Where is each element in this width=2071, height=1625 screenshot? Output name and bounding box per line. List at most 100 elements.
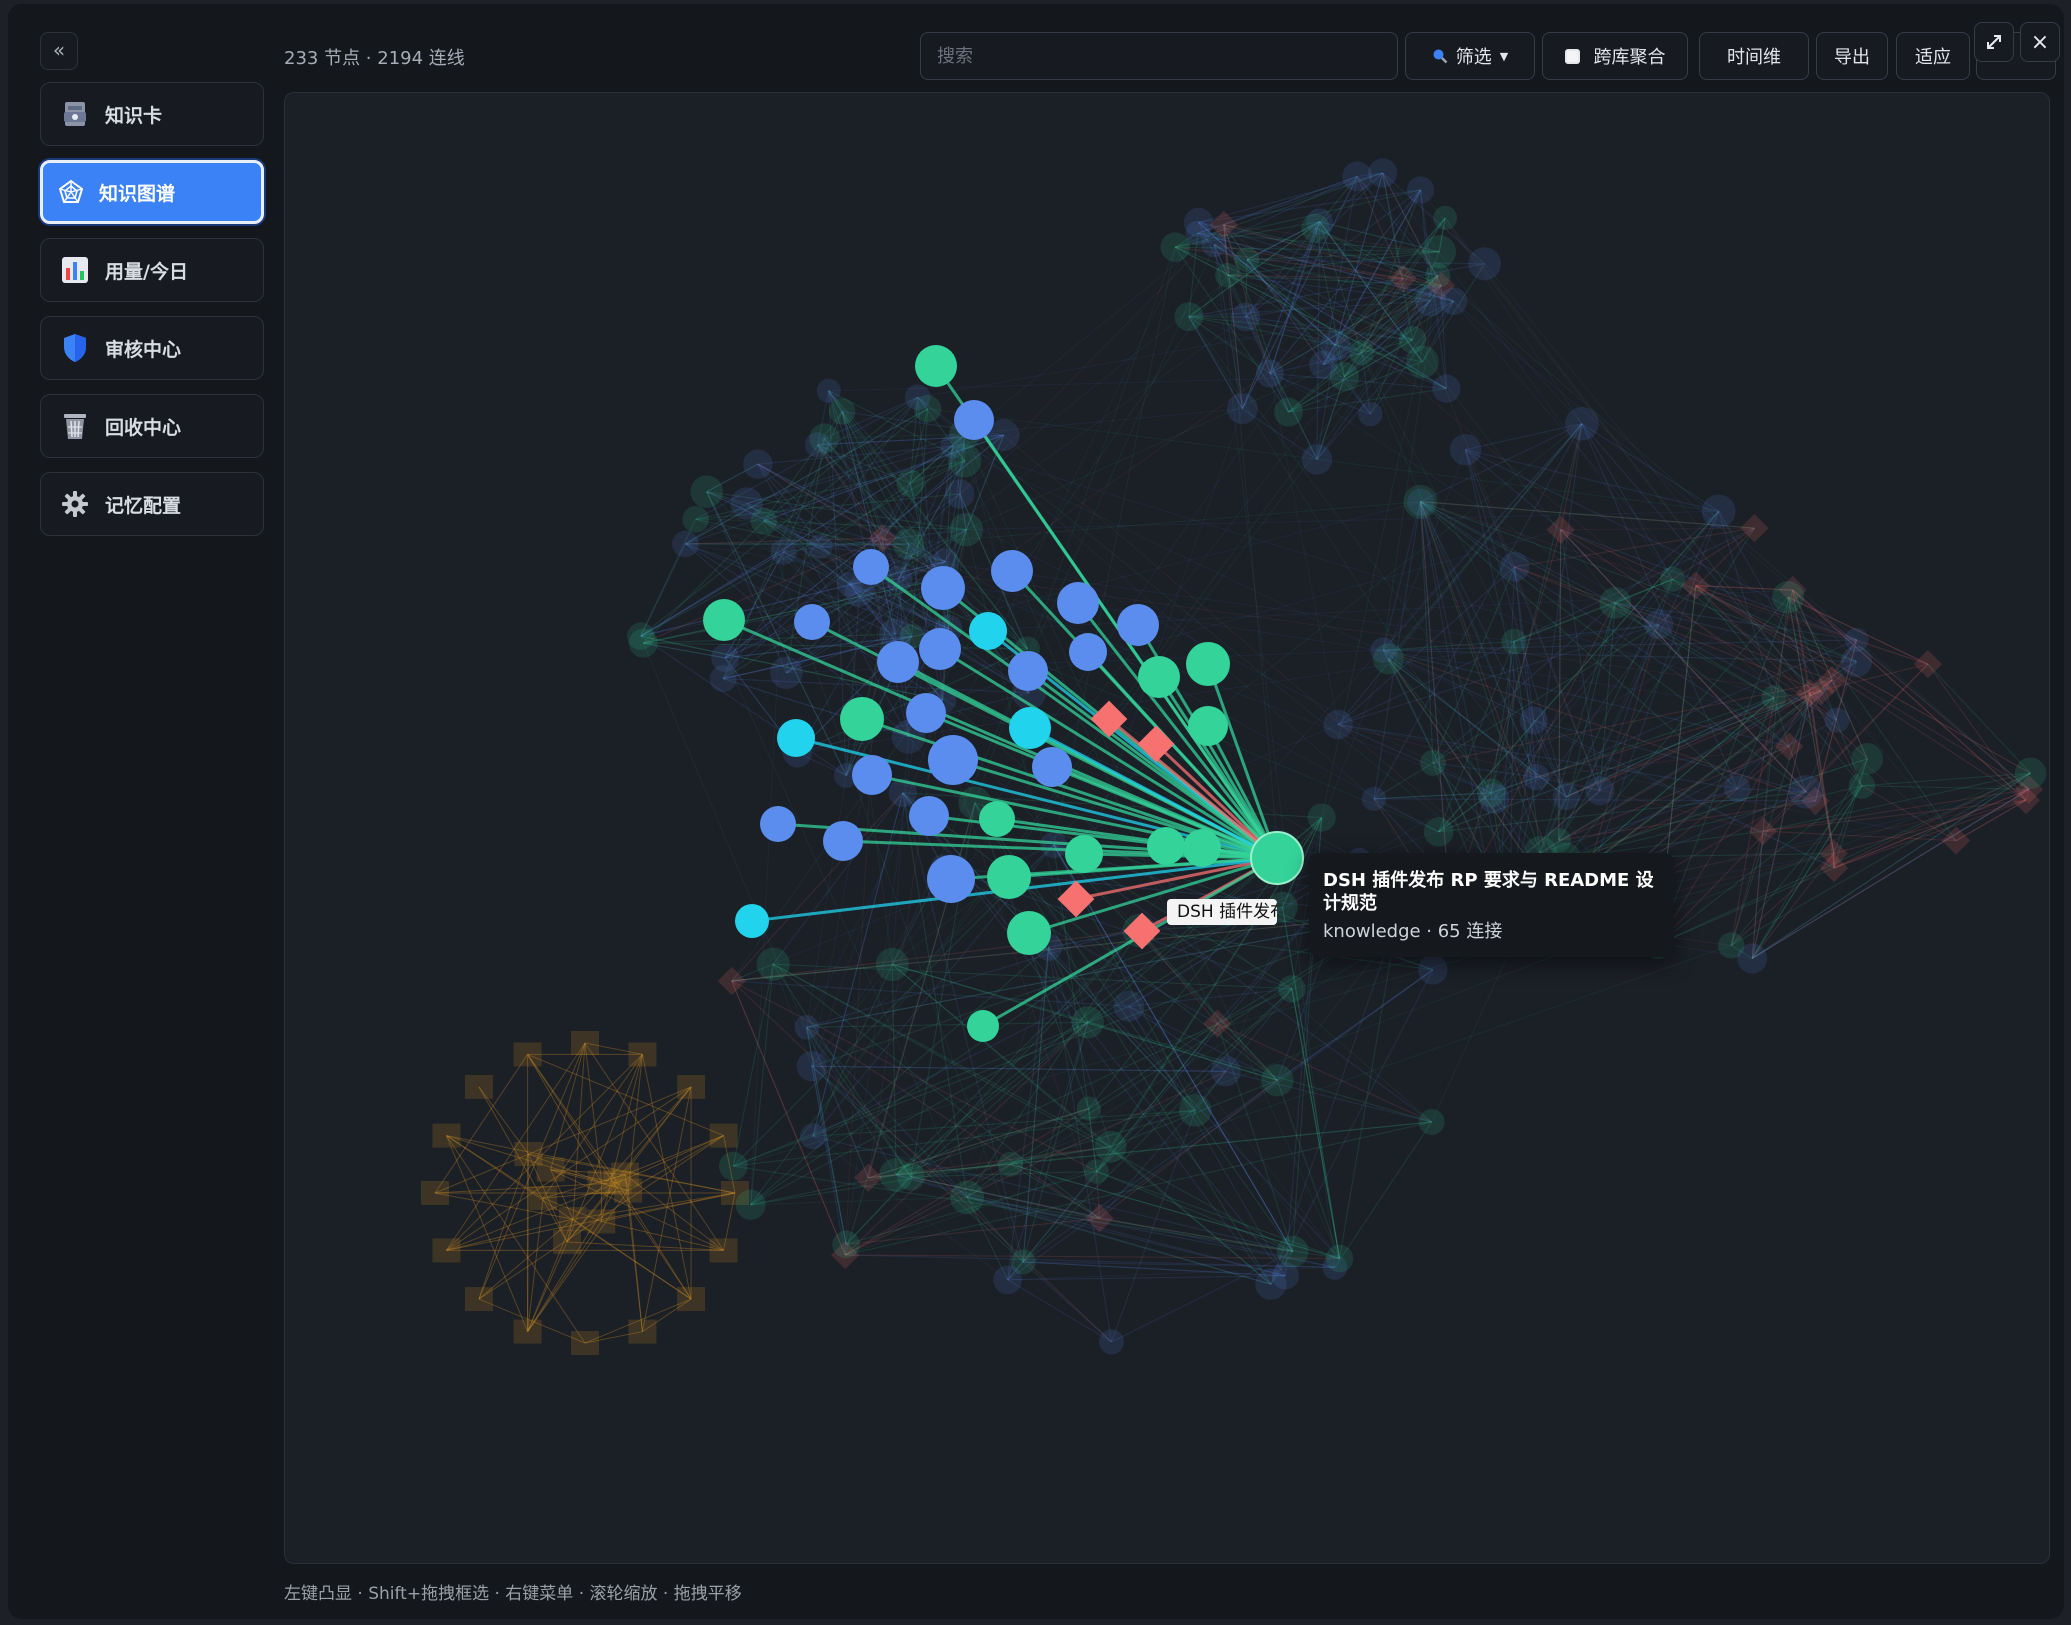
graph-node[interactable] <box>896 469 924 498</box>
graph-node[interactable] <box>1420 749 1446 776</box>
isolated-cluster-node[interactable] <box>464 1074 493 1099</box>
graph-node[interactable] <box>998 1151 1024 1177</box>
graph-node[interactable] <box>1278 975 1306 1003</box>
graph-node[interactable] <box>1084 1159 1109 1184</box>
graph-node[interactable] <box>796 1051 827 1082</box>
graph-node[interactable] <box>1076 1096 1101 1121</box>
graph-node[interactable] <box>875 947 909 982</box>
graph-node[interactable] <box>816 378 841 403</box>
graph-node[interactable] <box>1301 213 1330 243</box>
graph-node[interactable] <box>1113 990 1145 1022</box>
graph-node[interactable] <box>1761 685 1787 711</box>
graph-node[interactable] <box>1422 235 1456 269</box>
graph-node[interactable] <box>718 1151 748 1181</box>
graph-node[interactable] <box>1179 1094 1212 1127</box>
graph-node[interactable] <box>993 1265 1023 1295</box>
sidebar-item-knowledge-graph[interactable]: 知识图谱 <box>40 160 264 224</box>
graph-node[interactable] <box>1210 1056 1241 1087</box>
graph-node[interactable] <box>672 530 699 558</box>
isolated-cluster-node[interactable] <box>571 1031 599 1055</box>
graph-node[interactable] <box>1423 816 1454 847</box>
entity-node[interactable] <box>919 628 961 670</box>
close-button[interactable]: × <box>2020 22 2060 62</box>
entity-node[interactable] <box>1008 651 1048 691</box>
graph-node[interactable] <box>1523 763 1550 791</box>
graph-node[interactable] <box>1659 566 1686 592</box>
graph-node[interactable] <box>949 512 984 547</box>
export-button[interactable]: 导出 <box>1816 32 1888 80</box>
timeline-button[interactable]: 时间维 <box>1699 32 1809 80</box>
sidebar-item-review-center[interactable]: 审核中心 <box>40 316 264 380</box>
isolated-cluster-node[interactable] <box>628 1319 657 1344</box>
graph-node[interactable] <box>1234 247 1260 273</box>
graph-node[interactable] <box>628 628 658 658</box>
sidebar-item-memory-config[interactable]: 记忆配置 <box>40 472 264 536</box>
graph-node[interactable] <box>743 449 773 479</box>
graph-node[interactable] <box>1325 1244 1354 1273</box>
entity-node[interactable] <box>1117 604 1159 646</box>
graph-node[interactable] <box>1274 397 1303 427</box>
graph-node[interactable] <box>750 507 777 535</box>
graph-node[interactable] <box>1789 775 1823 809</box>
graph-node[interactable] <box>1323 709 1353 740</box>
graph-node[interactable] <box>756 947 790 981</box>
graph-node[interactable] <box>690 475 724 508</box>
graph-node[interactable] <box>735 1189 766 1220</box>
graph-node[interactable] <box>1478 783 1510 814</box>
graph-node[interactable] <box>1824 707 1850 733</box>
graph-node[interactable] <box>1255 359 1284 388</box>
graph-node[interactable] <box>1185 220 1211 246</box>
isolated-cluster-node[interactable] <box>421 1181 449 1205</box>
entity-node[interactable] <box>928 735 978 785</box>
graph-node[interactable] <box>808 534 833 559</box>
isolated-cluster-node[interactable] <box>571 1331 599 1355</box>
graph-node[interactable] <box>804 432 831 458</box>
sidebar-item-recycle-center[interactable]: 回收中心 <box>40 394 264 458</box>
graph-node[interactable] <box>1701 494 1736 529</box>
graph-node[interactable] <box>1174 302 1204 332</box>
search-input[interactable] <box>920 32 1398 80</box>
isolated-cluster-node[interactable] <box>709 1238 738 1263</box>
entity-node[interactable] <box>906 693 946 733</box>
entity-node[interactable] <box>794 604 830 640</box>
isolated-cluster-node[interactable] <box>513 1042 542 1067</box>
graph-node[interactable] <box>1718 932 1745 959</box>
entity-node[interactable] <box>760 806 796 842</box>
entity-node[interactable] <box>877 641 919 683</box>
cross-library-aggregate-toggle[interactable]: 跨库聚合 <box>1542 32 1688 80</box>
graph-node[interactable] <box>1418 1108 1445 1135</box>
collapse-sidebar-button[interactable]: « <box>40 32 78 70</box>
graph-node[interactable] <box>1071 1006 1104 1039</box>
graph-node[interactable] <box>1367 158 1398 188</box>
graph-node[interactable] <box>1851 743 1884 775</box>
isolated-cluster-node[interactable] <box>553 1229 582 1254</box>
isolated-cluster-node[interactable] <box>432 1123 461 1148</box>
graph-svg[interactable] <box>285 93 2050 1564</box>
entity-node[interactable] <box>921 566 965 610</box>
graph-node[interactable] <box>1723 775 1751 802</box>
concept-node[interactable] <box>1009 707 1051 749</box>
graph-node[interactable] <box>1361 786 1387 811</box>
graph-node[interactable] <box>1160 232 1190 262</box>
entity-node[interactable] <box>1069 633 1107 671</box>
graph-node[interactable] <box>1348 340 1375 366</box>
graph-node[interactable] <box>770 538 797 565</box>
isolated-cluster-node[interactable] <box>513 1319 542 1344</box>
graph-node[interactable] <box>1271 1262 1300 1290</box>
entity-node[interactable] <box>1057 582 1099 624</box>
cross-library-checkbox[interactable] <box>1564 48 1580 64</box>
isolated-cluster-node[interactable] <box>432 1238 461 1263</box>
isolated-cluster-node[interactable] <box>677 1074 706 1099</box>
graph-node[interactable] <box>1342 161 1373 192</box>
fullscreen-button[interactable] <box>1974 22 2014 62</box>
graph-node[interactable] <box>1432 374 1461 403</box>
isolated-cluster-node[interactable] <box>514 1141 543 1166</box>
concept-node[interactable] <box>969 612 1007 650</box>
graph-node[interactable] <box>1599 586 1632 619</box>
graph-node[interactable] <box>1585 776 1615 806</box>
graph-node[interactable] <box>1499 552 1530 582</box>
graph-node[interactable] <box>1329 362 1360 392</box>
entity-node[interactable] <box>927 855 975 903</box>
entity-node[interactable] <box>954 400 994 440</box>
graph-node[interactable] <box>1098 1329 1125 1355</box>
